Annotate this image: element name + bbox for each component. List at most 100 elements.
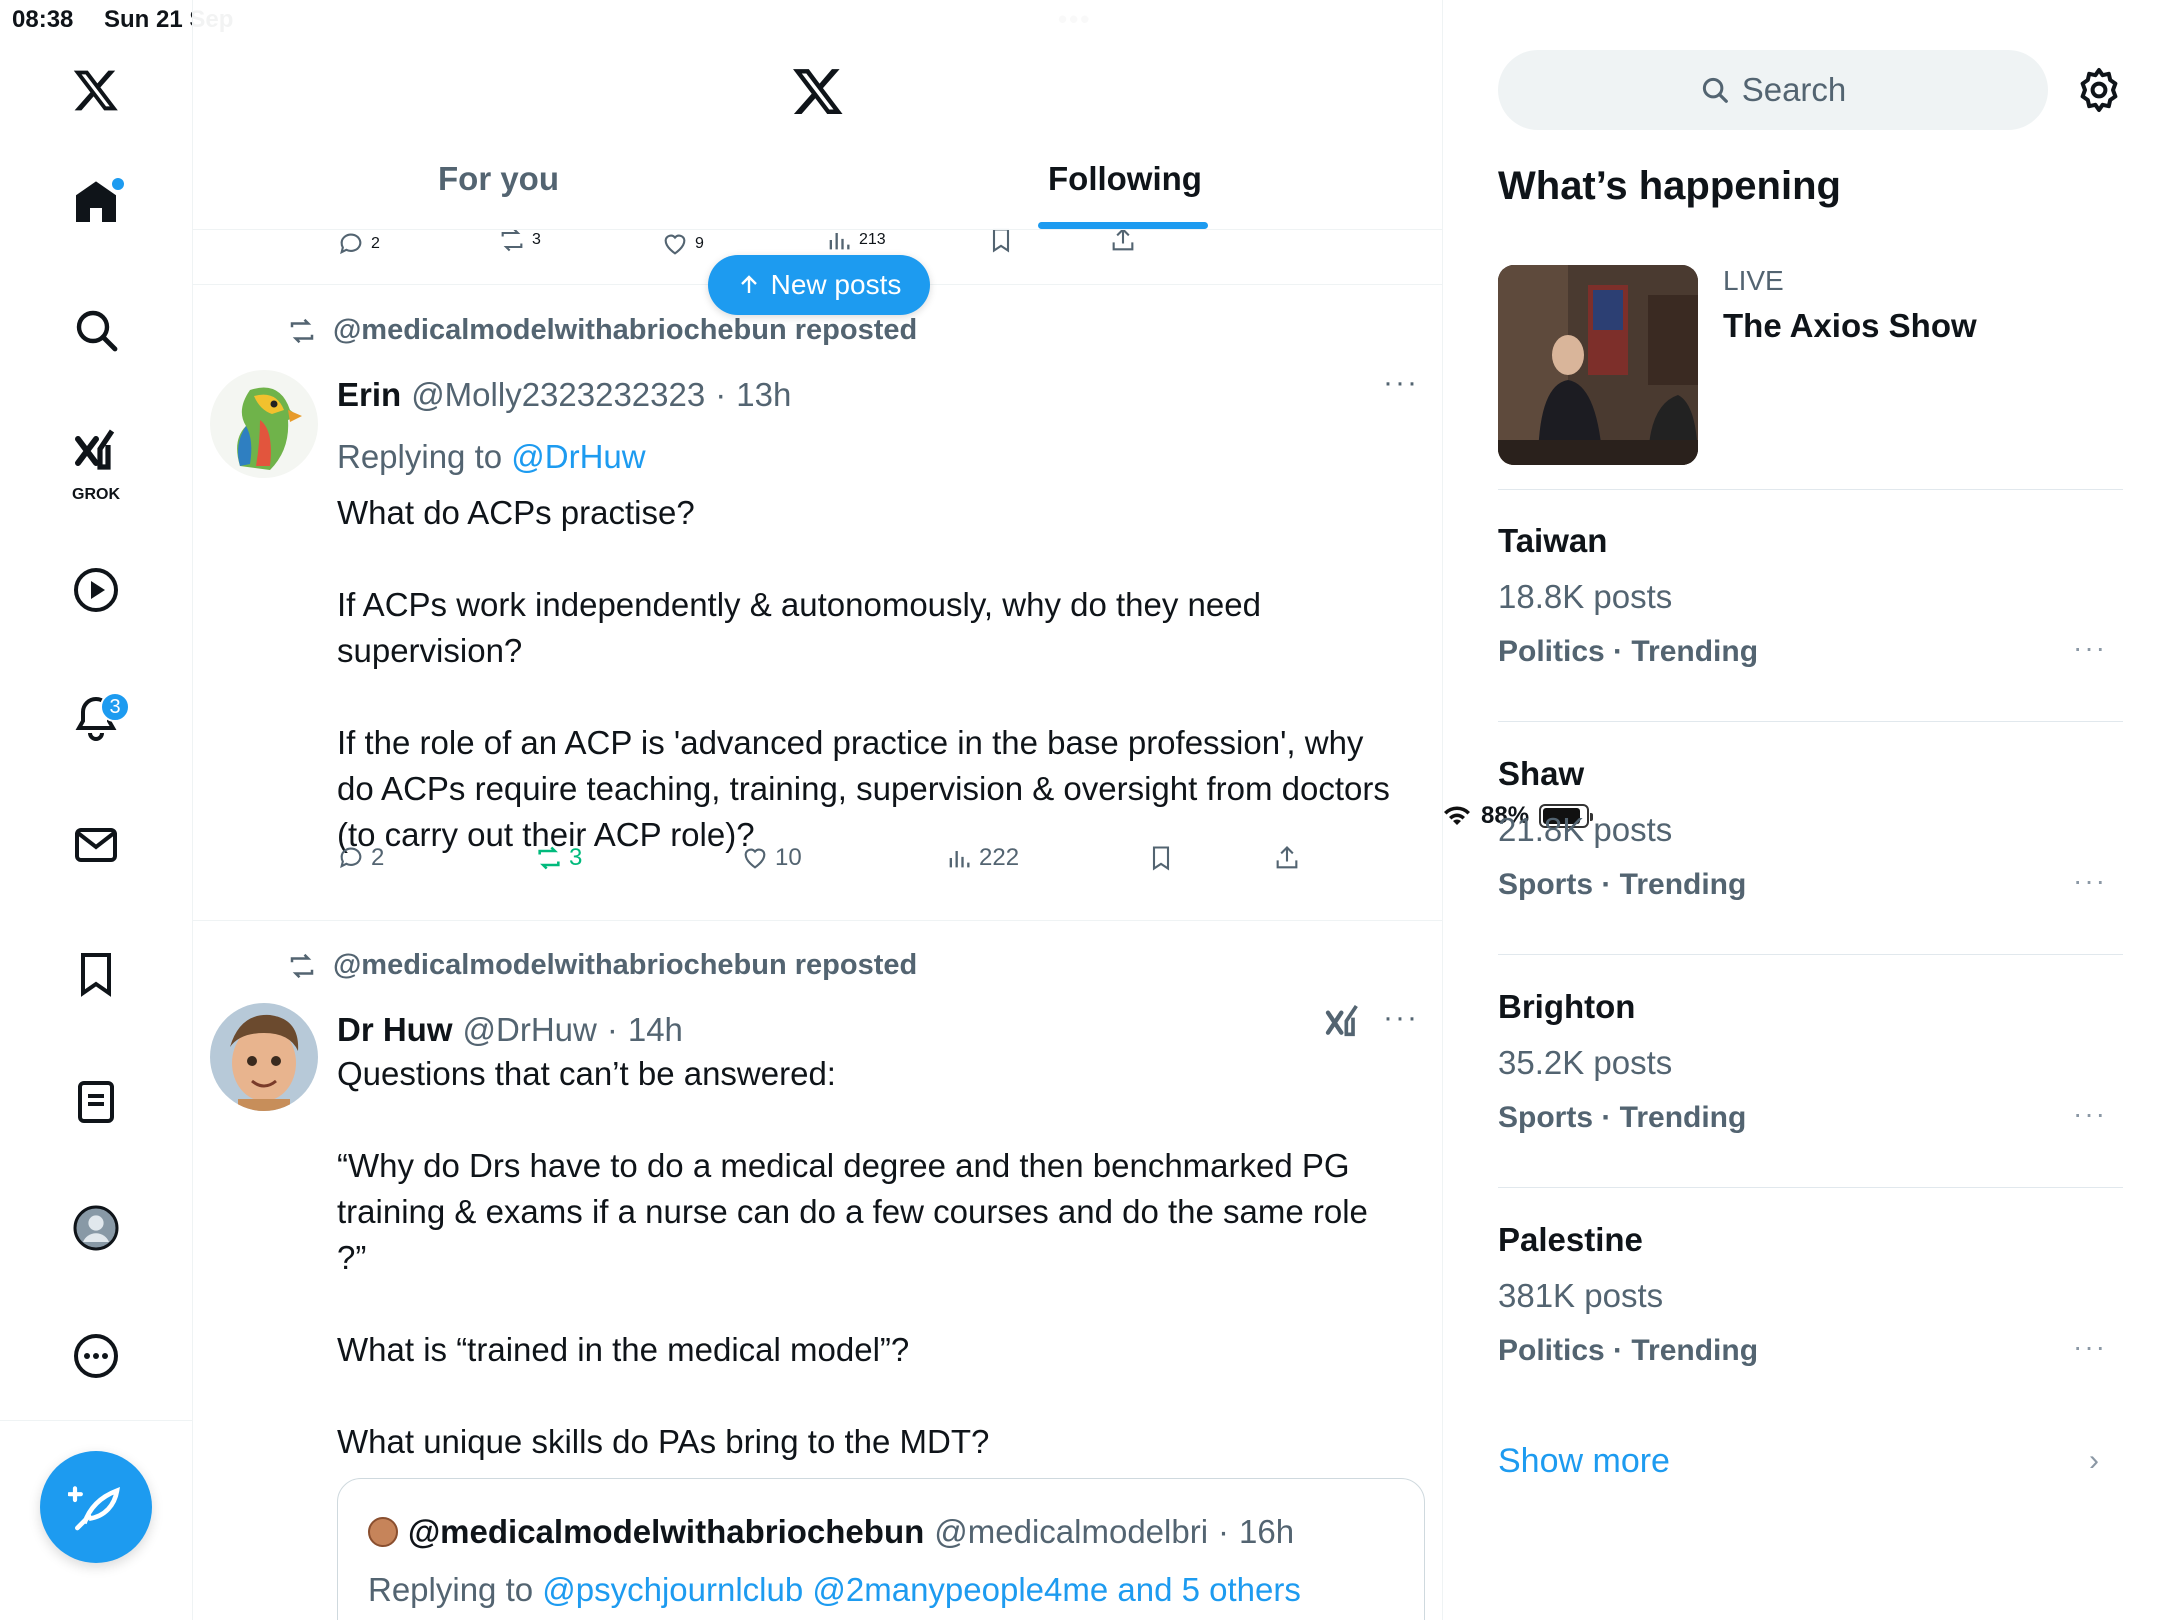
search-input[interactable]: Search — [1498, 50, 2048, 130]
bookmark-button[interactable] — [1147, 844, 1175, 872]
trend-category: Politics · Trending — [1498, 1334, 1759, 1367]
compose-feather-icon — [68, 1486, 120, 1531]
notifications-badge: 3 — [100, 692, 130, 722]
share-button[interactable] — [1273, 844, 1301, 872]
author-handle[interactable]: @Molly2323232323 — [411, 376, 705, 414]
messages-icon[interactable] — [66, 815, 126, 875]
home-icon[interactable] — [66, 172, 126, 232]
post-more-button[interactable]: ··· — [1383, 1001, 1419, 1035]
reply-button[interactable]: 2 — [337, 844, 384, 872]
view-count: 222 — [979, 844, 1020, 871]
x-header-logo-icon[interactable] — [791, 64, 845, 123]
post-erin[interactable]: @medicalmodelwithabriochebun reposted Er… — [193, 286, 1442, 920]
replying-to: Replying to @DrHuw — [337, 438, 646, 476]
bookmarks-icon[interactable] — [66, 944, 126, 1004]
trend-item[interactable]: Brighton 35.2K posts Sports · Trending ·… — [1498, 956, 2123, 1188]
trend-item[interactable]: Palestine 381K posts Politics · Trending… — [1498, 1189, 2123, 1421]
live-thumbnail[interactable] — [1498, 265, 1698, 465]
live-title[interactable]: The Axios Show — [1723, 307, 1977, 345]
search-icon — [1702, 77, 1728, 103]
trend-item[interactable]: Shaw 21.8K posts Sports · Trending ··· — [1498, 723, 2123, 955]
reply-count: 2 — [371, 844, 385, 871]
trend-more-button[interactable]: ··· — [2073, 632, 2107, 664]
view-count: 213 — [859, 231, 886, 248]
post-more-button[interactable]: ··· — [1383, 366, 1419, 400]
share-button[interactable] — [1109, 226, 1137, 254]
post-author[interactable]: Dr Huw @DrHuw · 14h — [337, 1011, 683, 1049]
like-button[interactable]: 9 — [661, 230, 704, 258]
grok-icon[interactable]: GROK — [66, 418, 126, 503]
trend-category: Sports · Trending — [1498, 1101, 1747, 1134]
reply-icon — [340, 233, 362, 255]
quoted-replying-to: Replying to @psychjournlclub @2manypeopl… — [368, 1571, 1301, 1609]
show-more-link[interactable]: Show more — [1498, 1442, 1670, 1481]
avatar[interactable] — [210, 370, 318, 478]
trend-item[interactable]: Taiwan 18.8K posts Politics · Trending ·… — [1498, 490, 2123, 722]
like-button[interactable]: 10 — [741, 844, 802, 872]
author-name[interactable]: Erin — [337, 376, 401, 414]
tab-for-you[interactable]: For you — [438, 160, 559, 198]
new-posts-button[interactable]: New posts — [708, 255, 930, 315]
tab-following[interactable]: Following — [1048, 160, 1202, 198]
replying-prefix: Replying to — [337, 438, 512, 475]
trend-name: Shaw — [1498, 755, 1585, 792]
like-count: 10 — [775, 844, 802, 871]
repost-icon — [290, 318, 314, 343]
repost-button-active[interactable]: 3 — [535, 844, 582, 872]
like-count: 9 — [695, 235, 704, 252]
left-nav: GROK 3 — [0, 0, 193, 1620]
views-button[interactable]: 213 — [825, 226, 886, 254]
repost-count: 3 — [532, 231, 541, 248]
quoted-author-handle[interactable]: @medicalmodelbri — [934, 1513, 1208, 1551]
trend-more-button[interactable]: ··· — [2073, 1331, 2107, 1363]
video-icon[interactable] — [66, 560, 126, 620]
post-time[interactable]: 13h — [736, 376, 791, 414]
post-dr-huw[interactable]: @medicalmodelwithabriochebun reposted Dr… — [193, 921, 1442, 1620]
chevron-right-icon: › — [2089, 1444, 2099, 1477]
post-author[interactable]: Erin @Molly2323232323 · 13h — [337, 376, 791, 414]
repost-button[interactable]: 3 — [498, 226, 541, 254]
timeline: For you Following 2 3 9 213 New posts @m… — [193, 0, 1443, 1620]
x-logo-icon[interactable] — [66, 60, 126, 120]
post-time[interactable]: 14h — [628, 1011, 683, 1049]
dot-separator: · — [606, 1011, 618, 1048]
dot-separator: · — [1218, 1513, 1230, 1550]
right-sidebar: Search What’s happening LIVE The Axios S… — [1443, 0, 2160, 1620]
repost-label: @medicalmodelwithabriochebun reposted — [333, 949, 918, 981]
bookmark-button[interactable] — [987, 226, 1015, 254]
live-event[interactable]: LIVE The Axios Show — [1498, 265, 2123, 490]
lists-icon[interactable] — [66, 1072, 126, 1132]
reply-icon — [340, 847, 362, 869]
grok-post-icon[interactable] — [1323, 1001, 1363, 1046]
search-icon[interactable] — [66, 300, 126, 360]
grok-label: GROK — [72, 486, 120, 503]
quoted-post-time[interactable]: 16h — [1239, 1513, 1294, 1551]
trend-count: 21.8K posts — [1498, 811, 1673, 848]
settings-gear-icon[interactable] — [2075, 66, 2123, 119]
author-handle[interactable]: @DrHuw — [463, 1011, 597, 1049]
repost-icon — [501, 228, 523, 252]
nav-divider — [0, 1420, 193, 1421]
author-name[interactable]: Dr Huw — [337, 1011, 453, 1049]
trend-more-button[interactable]: ··· — [2073, 1098, 2107, 1130]
quoted-author-name[interactable]: @medicalmodelwithabriochebun — [408, 1513, 924, 1551]
quoted-avatar — [368, 1517, 398, 1547]
repost-icon — [538, 846, 560, 870]
profile-icon[interactable] — [66, 1198, 126, 1258]
avatar[interactable] — [210, 1003, 318, 1111]
views-button[interactable]: 222 — [945, 844, 1019, 872]
trend-more-button[interactable]: ··· — [2073, 865, 2107, 897]
replying-to-link[interactable]: @psychjournlclub @2manypeople4me and 5 o… — [542, 1571, 1301, 1608]
compose-button[interactable] — [40, 1451, 152, 1563]
trend-count: 18.8K posts — [1498, 578, 1673, 615]
trend-count: 35.2K posts — [1498, 1044, 1673, 1081]
more-icon[interactable] — [66, 1326, 126, 1386]
quoted-post[interactable]: @medicalmodelwithabriochebun @medicalmod… — [337, 1478, 1425, 1620]
new-posts-label: New posts — [770, 269, 902, 300]
reply-button[interactable]: 2 — [337, 230, 380, 258]
views-icon — [829, 233, 850, 250]
notifications-icon[interactable]: 3 — [66, 688, 130, 748]
share-icon — [1276, 846, 1298, 869]
replying-to-link[interactable]: @DrHuw — [511, 438, 645, 475]
quoted-author[interactable]: @medicalmodelwithabriochebun @medicalmod… — [368, 1513, 1294, 1551]
